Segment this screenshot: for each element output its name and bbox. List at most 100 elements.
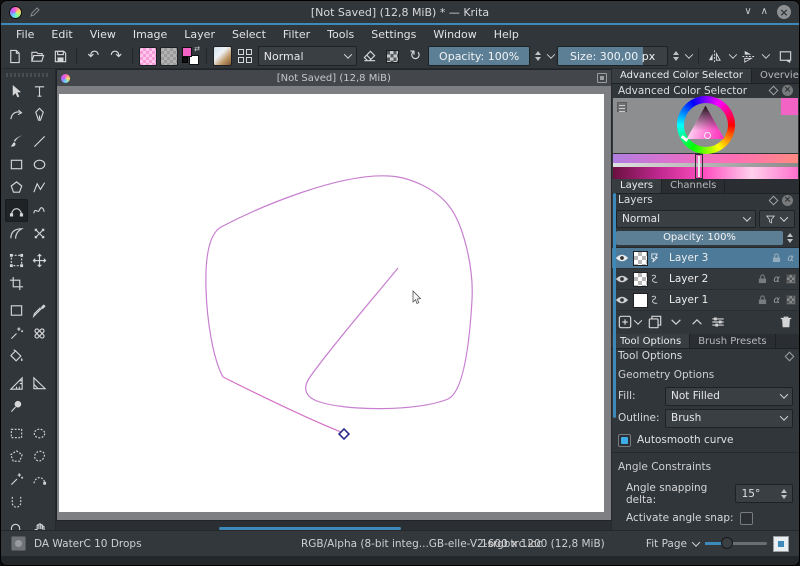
reload-preset-button[interactable]: ↻ — [405, 46, 425, 67]
float-docker-icon[interactable] — [769, 86, 779, 96]
add-layer-button[interactable] — [618, 315, 632, 329]
menu-select[interactable]: Select — [232, 28, 266, 41]
tool-polygon-select[interactable] — [5, 445, 28, 468]
tool-reference-images[interactable] — [5, 395, 28, 418]
brush-preview-icon[interactable] — [11, 536, 26, 551]
tool-rect-select[interactable] — [5, 422, 28, 445]
tool-color-sampler[interactable] — [28, 299, 51, 322]
toolbox-grip[interactable] — [6, 73, 50, 77]
tool-rectangle[interactable] — [5, 153, 28, 176]
lightness-strip[interactable] — [613, 167, 798, 179]
workspace-chooser-button[interactable] — [775, 46, 795, 67]
tool-freehand-select[interactable] — [28, 445, 51, 468]
layer-opacity-spinner[interactable] — [785, 231, 795, 245]
tool-similar-color-select[interactable] — [5, 468, 28, 491]
tool-bezier-select[interactable] — [28, 468, 51, 491]
tool-gradient[interactable] — [5, 299, 28, 322]
tool-edit-shapes[interactable] — [5, 103, 28, 126]
lock-icon[interactable] — [758, 295, 767, 305]
chevron-down-icon[interactable] — [729, 50, 737, 58]
tool-line[interactable] — [28, 130, 51, 153]
layer-row-3[interactable]: Layer 3 α — [612, 248, 799, 269]
horizontal-mirror-button[interactable] — [705, 46, 725, 67]
menu-window[interactable]: Window — [433, 28, 476, 41]
menu-view[interactable]: View — [90, 28, 116, 41]
save-button[interactable] — [51, 46, 71, 67]
tool-crop[interactable] — [5, 272, 28, 295]
close-docker-icon[interactable]: × — [782, 85, 793, 96]
tool-measure[interactable] — [5, 372, 28, 395]
tab-advanced-color-selector[interactable]: Advanced Color Selector — [612, 69, 752, 83]
layers-docker-header[interactable]: Layers × — [612, 194, 799, 208]
reset-zoom-button[interactable] — [773, 536, 789, 552]
visibility-eye-icon[interactable] — [615, 295, 629, 305]
foreground-background-color[interactable]: ⇄ — [181, 46, 200, 66]
menu-tools[interactable]: Tools — [327, 28, 354, 41]
eraser-mode-button[interactable] — [360, 46, 380, 67]
layer-opacity-slider[interactable]: Opacity: 100% — [616, 231, 783, 245]
choose-brush-preset-button[interactable] — [235, 46, 255, 67]
zoom-slider-knob[interactable] — [721, 537, 733, 549]
current-brush-preset-thumbnail[interactable] — [213, 46, 232, 66]
tool-freehand-brush[interactable] — [5, 130, 28, 153]
chevron-down-icon[interactable] — [692, 538, 700, 546]
move-layer-down-button[interactable] — [669, 315, 683, 329]
tool-move[interactable] — [28, 249, 51, 272]
tool-colorize-mask[interactable] — [5, 322, 28, 345]
tab-overview[interactable]: Overview — [752, 69, 800, 83]
open-document-button[interactable] — [28, 46, 48, 67]
advanced-color-selector[interactable] — [613, 98, 798, 153]
alpha-lock-icon[interactable]: α — [785, 253, 796, 264]
visibility-eye-icon[interactable] — [615, 253, 629, 263]
menu-filter[interactable]: Filter — [283, 28, 310, 41]
close-docker-icon[interactable]: × — [782, 195, 793, 206]
tool-ellipse-select[interactable] — [28, 422, 51, 445]
strip-slider-handle[interactable] — [695, 154, 703, 179]
tab-layers[interactable]: Layers — [612, 179, 662, 193]
undo-button[interactable]: ↶ — [83, 46, 103, 67]
menu-help[interactable]: Help — [494, 28, 519, 41]
tool-polygon[interactable] — [5, 176, 28, 199]
menu-edit[interactable]: Edit — [51, 28, 72, 41]
move-layer-up-button[interactable] — [690, 315, 704, 329]
tool-multibrush[interactable] — [28, 222, 51, 245]
preserve-alpha-button[interactable] — [382, 46, 402, 67]
duplicate-layer-button[interactable] — [648, 315, 662, 329]
layer-row-1[interactable]: Layer 1 α — [612, 290, 799, 311]
layer-properties-button[interactable] — [711, 315, 725, 329]
chevron-down-icon[interactable] — [762, 50, 770, 58]
tool-freehand-path[interactable] — [28, 199, 51, 222]
alpha-lock-icon[interactable]: α — [771, 295, 782, 306]
layer-thumbnail[interactable] — [633, 251, 648, 266]
blending-mode-dropdown[interactable]: Normal — [258, 46, 357, 66]
tool-options-header[interactable]: Tool Options — [612, 349, 799, 363]
tab-channels[interactable]: Channels — [662, 179, 725, 193]
tool-assistants[interactable] — [28, 372, 51, 395]
tool-smart-patch[interactable] — [28, 322, 51, 345]
angle-snap-checkbox[interactable] — [740, 512, 753, 525]
close-button[interactable]: × — [777, 5, 791, 19]
tool-dynamic-brush[interactable] — [5, 222, 28, 245]
opacity-spinner[interactable] — [533, 46, 543, 66]
zoom-slider[interactable] — [705, 542, 767, 545]
menu-file[interactable]: File — [16, 28, 34, 41]
layer-blending-mode-dropdown[interactable]: Normal — [616, 210, 756, 228]
subwindow-close-icon[interactable] — [597, 73, 607, 83]
tool-polyline[interactable] — [28, 176, 51, 199]
lock-icon[interactable] — [772, 253, 781, 263]
pattern-chooser-button[interactable] — [160, 47, 178, 66]
color-history-strips[interactable] — [613, 154, 798, 179]
layer-filter-button[interactable] — [759, 210, 795, 228]
brush-size-slider[interactable]: Size: 300,00 px — [557, 46, 669, 66]
selector-settings-icon[interactable] — [617, 102, 627, 112]
hue-ring[interactable] — [677, 96, 735, 154]
fill-dropdown[interactable]: Not Filled — [665, 387, 793, 406]
tool-ellipse[interactable] — [28, 153, 51, 176]
tab-brush-presets[interactable]: Brush Presets — [690, 334, 775, 348]
delete-layer-button[interactable] — [779, 315, 793, 329]
titlebar[interactable]: [Not Saved] (12,8 MiB) * — Krita ∨ ∧ × — [1, 1, 799, 25]
minimize-button[interactable]: ∨ — [744, 7, 751, 17]
visibility-eye-icon[interactable] — [615, 274, 629, 284]
redo-button[interactable]: ↷ — [106, 46, 126, 67]
float-docker-icon[interactable] — [785, 351, 795, 361]
